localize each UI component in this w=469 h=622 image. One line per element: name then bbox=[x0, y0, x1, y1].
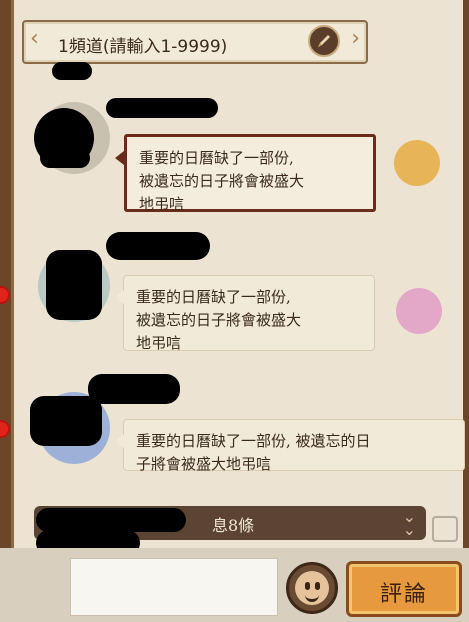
message-line: 被遺忘的日子將會被盛大 bbox=[136, 311, 302, 329]
expand-icon[interactable] bbox=[432, 516, 458, 542]
redacted-username bbox=[88, 374, 180, 404]
bubble-tail bbox=[115, 151, 124, 165]
message-line: 重要的日曆缺了一部份, bbox=[136, 288, 291, 306]
channel-bar[interactable]: ‹ 1頻道(請輸入1-9999) › bbox=[22, 20, 368, 64]
emoji-face-icon bbox=[295, 571, 329, 605]
emoji-button[interactable] bbox=[286, 562, 338, 614]
message-line: 被遺忘的日子將會被盛大 bbox=[139, 172, 305, 190]
comment-input[interactable] bbox=[70, 558, 278, 616]
bubble-tail bbox=[115, 290, 124, 304]
message-text: 重要的日曆缺了一部份, 被遺忘的日子將會被盛大 地弔唁 bbox=[136, 286, 301, 355]
comment-button-label: 評論 bbox=[379, 582, 428, 607]
channel-input[interactable]: 1頻道(請輸入1-9999) bbox=[58, 32, 227, 57]
redacted-username bbox=[106, 232, 210, 260]
ornament-left-icon: ‹ bbox=[30, 26, 39, 51]
message-line: 重要的日曆缺了一部份, 被遺忘的日 bbox=[136, 432, 371, 450]
message-line: 地弔唁 bbox=[136, 334, 182, 352]
redacted-avatar bbox=[30, 396, 102, 446]
left-frame bbox=[0, 0, 14, 622]
ornament-right-icon: › bbox=[351, 26, 360, 51]
comment-button[interactable]: 評論 bbox=[346, 561, 462, 617]
bubble-tail bbox=[115, 434, 124, 448]
message-text: 重要的日曆缺了一部份, 被遺忘的日 子將會被盛大地弔唁 bbox=[136, 430, 371, 476]
message-text: 重要的日曆缺了一部份, 被遺忘的日子將會被盛大 地弔唁 bbox=[139, 147, 304, 216]
message-line: 子將會被盛大地弔唁 bbox=[136, 455, 272, 473]
decoration-avatar bbox=[394, 140, 440, 186]
redacted-username bbox=[106, 98, 218, 118]
redacted-username bbox=[52, 62, 92, 80]
pencil-icon bbox=[318, 35, 330, 47]
double-chevron-down-icon: ⌄ ⌄ bbox=[402, 507, 416, 539]
message-line: 重要的日曆缺了一部份, bbox=[139, 149, 294, 167]
chat-message[interactable]: 重要的日曆缺了一部份, 被遺忘的日 子將會被盛大地弔唁 bbox=[115, 420, 464, 473]
new-messages-count: 息8條 bbox=[212, 516, 255, 535]
redacted-avatar bbox=[46, 250, 102, 320]
redacted-username bbox=[40, 148, 90, 168]
decoration-avatar bbox=[396, 288, 442, 334]
message-line: 地弔唁 bbox=[139, 195, 185, 213]
edit-channel-button[interactable] bbox=[308, 25, 340, 57]
redacted-notice bbox=[36, 508, 186, 532]
right-frame bbox=[463, 0, 469, 622]
chat-message[interactable]: 重要的日曆缺了一部份, 被遺忘的日子將會被盛大 地弔唁 bbox=[115, 134, 376, 213]
chat-message[interactable]: 重要的日曆缺了一部份, 被遺忘的日子將會被盛大 地弔唁 bbox=[115, 276, 374, 352]
